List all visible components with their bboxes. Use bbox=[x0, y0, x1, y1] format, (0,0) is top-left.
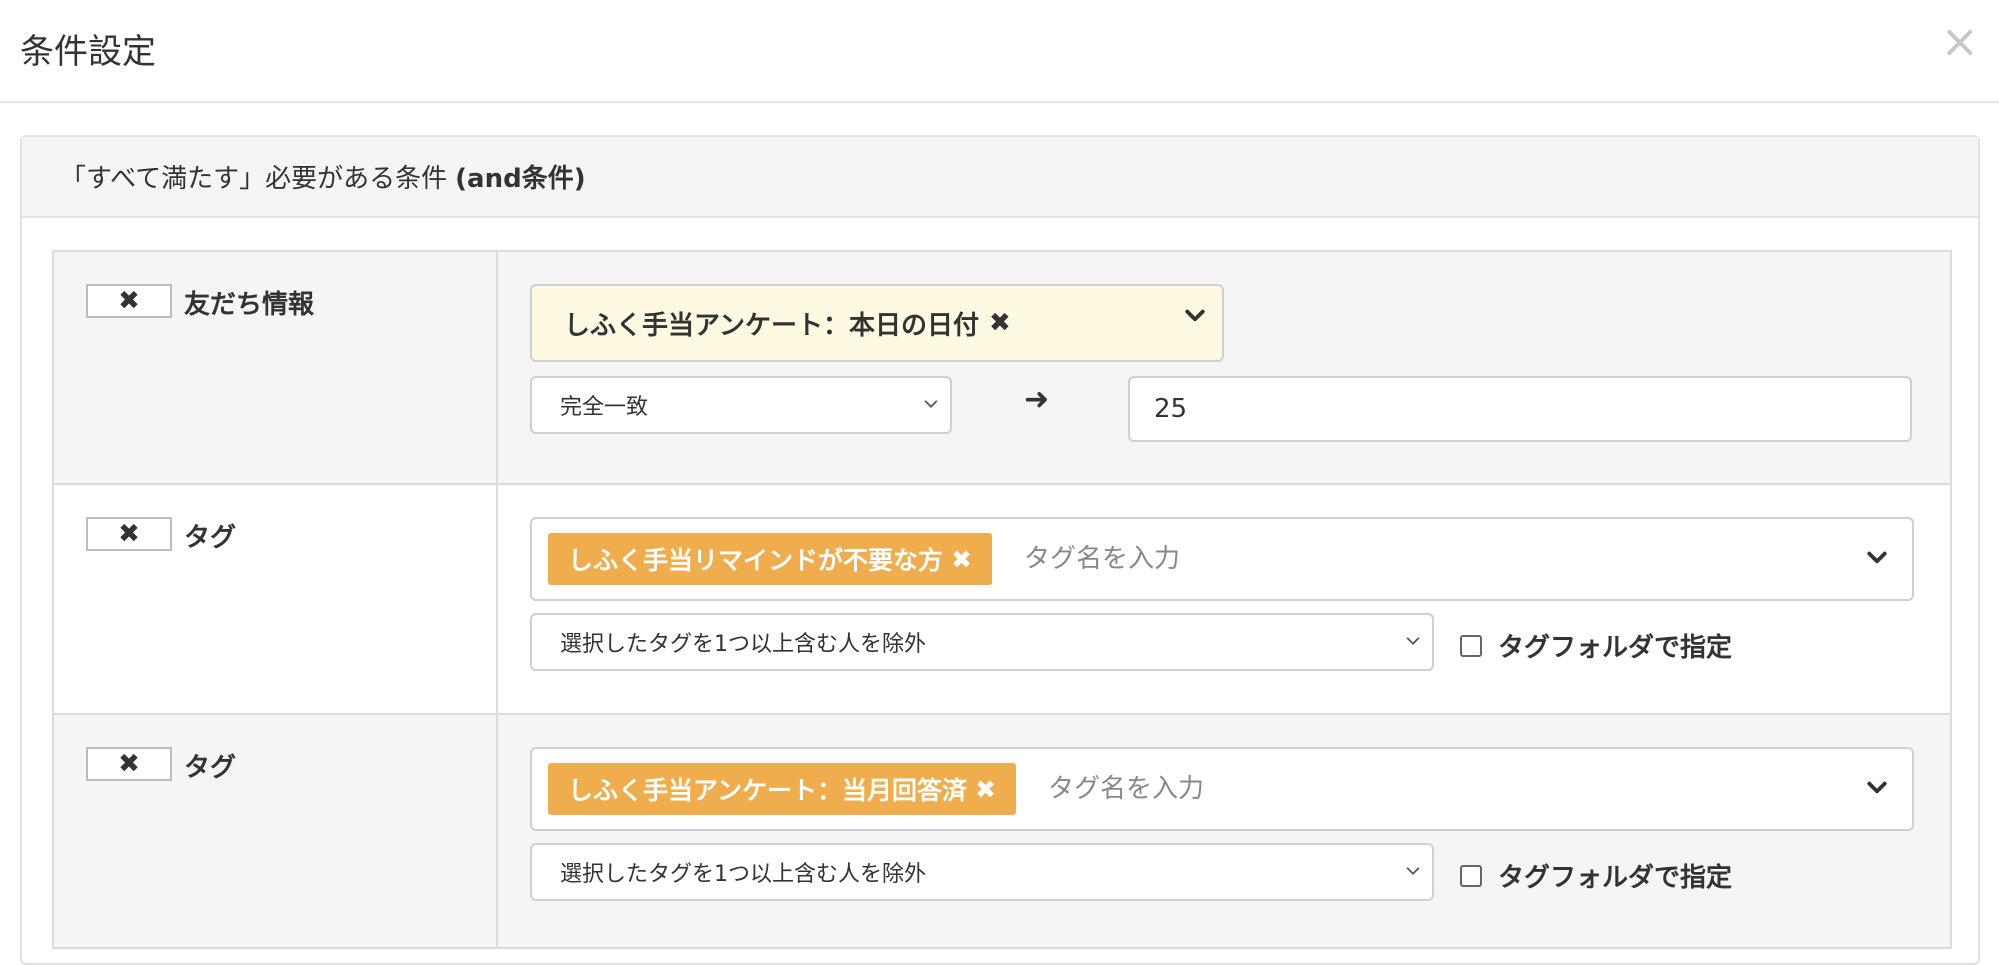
close-icon[interactable]: × bbox=[1940, 18, 1979, 64]
remove-condition-button[interactable]: ✖ bbox=[86, 747, 172, 781]
remove-condition-button[interactable]: ✖ bbox=[86, 284, 172, 318]
condition-type-label: 友だち情報 bbox=[184, 290, 315, 320]
chevron-down-icon bbox=[1404, 861, 1422, 879]
friend-field-remove-icon[interactable]: ✖ bbox=[989, 308, 1011, 338]
modal-title: 条件設定 bbox=[20, 32, 156, 72]
selected-tag-label: しふく手当アンケート：当月回答済 bbox=[568, 776, 968, 805]
tag-select-box[interactable]: しふく手当アンケート：当月回答済 ✖ bbox=[530, 747, 1914, 831]
heading-prefix: 「すべて満たす」必要がある条件 bbox=[60, 164, 448, 194]
tag-mode-select[interactable]: 選択したタグを1つ以上含む人を除外 bbox=[530, 843, 1434, 901]
condition-label-cell: ✖ タグ bbox=[54, 485, 498, 713]
checkbox-icon[interactable] bbox=[1460, 864, 1482, 887]
tag-folder-checkbox[interactable]: タグフォルダで指定 bbox=[1460, 627, 1732, 664]
condition-settings-cell: しふく手当リマインドが不要な方 ✖ 選択したタグを1つ以上含む人を除外 bbox=[498, 485, 1950, 713]
match-type-value: 完全一致 bbox=[560, 395, 649, 420]
remove-condition-button[interactable]: ✖ bbox=[86, 517, 172, 551]
selected-tag: しふく手当リマインドが不要な方 ✖ bbox=[548, 533, 992, 585]
tag-remove-icon[interactable]: ✖ bbox=[975, 775, 996, 804]
tag-mode-value: 選択したタグを1つ以上含む人を除外 bbox=[560, 632, 926, 657]
condition-row-friend-info: ✖ 友だち情報 しふく手当アンケート：本日の日付 ✖ 完全一致 ➜ bbox=[54, 252, 1950, 485]
tag-folder-label: タグフォルダで指定 bbox=[1498, 863, 1733, 893]
tag-search-input[interactable] bbox=[1021, 543, 1426, 575]
selected-tag-label: しふく手当リマインドが不要な方 bbox=[568, 546, 944, 575]
chevron-down-icon bbox=[1404, 631, 1422, 649]
conditions-table: ✖ 友だち情報 しふく手当アンケート：本日の日付 ✖ 完全一致 ➜ 25 ✖ タ… bbox=[52, 250, 1952, 949]
condition-row-tag: ✖ タグ しふく手当リマインドが不要な方 ✖ 選択したタグを1つ以上含む人を除外 bbox=[54, 485, 1950, 715]
and-conditions-panel: 「すべて満たす」必要がある条件 (and条件) ✖ 友だち情報 しふく手当アンケ… bbox=[20, 135, 1980, 965]
tag-mode-value: 選択したタグを1つ以上含む人を除外 bbox=[560, 862, 926, 887]
and-conditions-heading: 「すべて満たす」必要がある条件 (and条件) bbox=[22, 137, 1978, 218]
selected-tag: しふく手当アンケート：当月回答済 ✖ bbox=[548, 763, 1016, 815]
heading-suffix: (and条件) bbox=[455, 164, 586, 194]
tag-folder-checkbox[interactable]: タグフォルダで指定 bbox=[1460, 857, 1732, 894]
tag-remove-icon[interactable]: ✖ bbox=[951, 545, 972, 574]
chevron-down-icon[interactable] bbox=[1866, 777, 1888, 799]
condition-value-input[interactable] bbox=[1128, 376, 1912, 442]
checkbox-icon[interactable] bbox=[1460, 634, 1482, 657]
arrow-right-icon: ➜ bbox=[1024, 382, 1050, 417]
condition-label-cell: ✖ 友だち情報 bbox=[54, 252, 498, 483]
condition-row-tag: ✖ タグ しふく手当アンケート：当月回答済 ✖ 選択したタグを1つ以上含む人を除… bbox=[54, 715, 1950, 947]
condition-label-cell: ✖ タグ bbox=[54, 715, 498, 947]
condition-settings-cell: しふく手当アンケート：当月回答済 ✖ 選択したタグを1つ以上含む人を除外 bbox=[498, 715, 1950, 947]
chevron-down-icon bbox=[922, 394, 940, 412]
tag-mode-select[interactable]: 選択したタグを1つ以上含む人を除外 bbox=[530, 613, 1434, 671]
modal-header: 条件設定 × bbox=[0, 0, 1999, 103]
friend-field-value: しふく手当アンケート：本日の日付 bbox=[564, 310, 979, 341]
friend-field-select[interactable]: しふく手当アンケート：本日の日付 ✖ bbox=[530, 284, 1224, 362]
tag-folder-label: タグフォルダで指定 bbox=[1498, 633, 1733, 663]
match-type-select[interactable]: 完全一致 bbox=[530, 376, 952, 434]
chevron-down-icon[interactable] bbox=[1866, 547, 1888, 569]
tag-search-input[interactable] bbox=[1045, 773, 1450, 805]
chevron-down-icon[interactable] bbox=[1184, 304, 1206, 326]
condition-settings-cell: しふく手当アンケート：本日の日付 ✖ 完全一致 ➜ bbox=[498, 252, 1950, 483]
tag-select-box[interactable]: しふく手当リマインドが不要な方 ✖ bbox=[530, 517, 1914, 601]
condition-type-label: タグ bbox=[184, 753, 237, 783]
condition-type-label: タグ bbox=[184, 523, 237, 553]
